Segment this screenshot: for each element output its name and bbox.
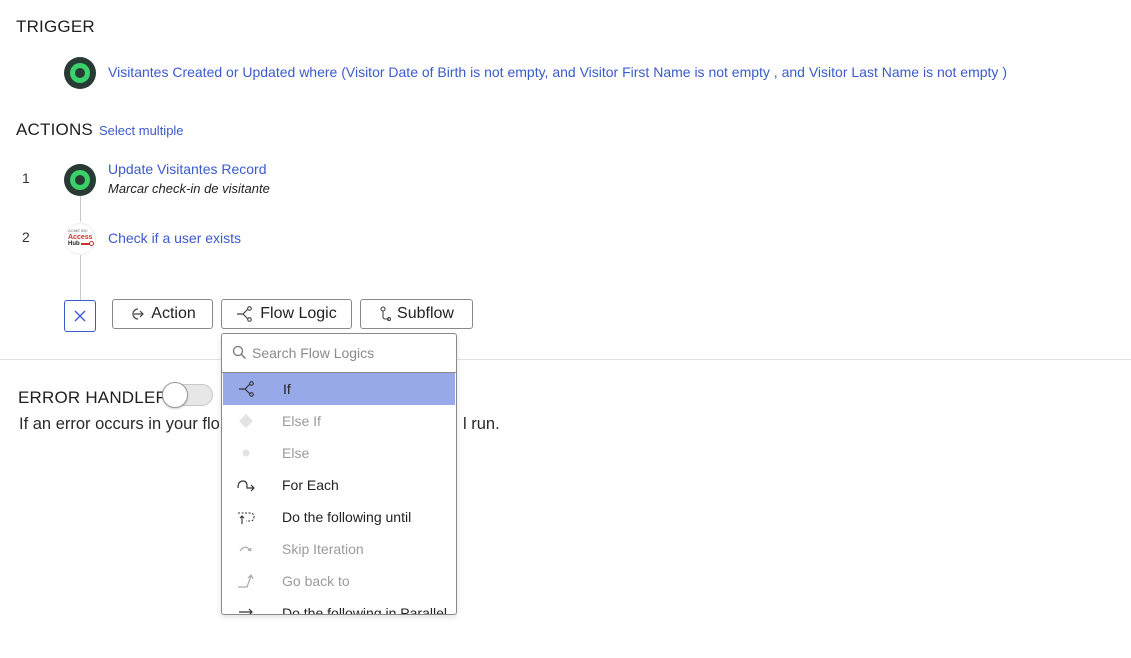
trigger-spoke-icon — [64, 57, 96, 89]
for-each-icon — [236, 477, 256, 493]
menu-item-for-each[interactable]: For Each — [222, 469, 456, 501]
menu-item-label: Else If — [282, 413, 321, 429]
subflow-button-label: Subflow — [397, 305, 454, 322]
trigger-heading: TRIGGER — [16, 17, 95, 36]
subflow-icon — [380, 306, 392, 322]
menu-item-do-until[interactable]: Do the following until — [222, 501, 456, 533]
step-number: 2 — [22, 229, 30, 245]
error-handler-heading: ERROR HANDLER — [18, 388, 168, 407]
spoke-icon — [64, 164, 96, 196]
section-divider — [0, 359, 1131, 360]
step-title-link[interactable]: Update Visitantes Record — [108, 161, 267, 177]
loop-until-icon — [236, 509, 256, 525]
step-number: 1 — [22, 170, 30, 186]
select-multiple-link[interactable]: Select multiple — [99, 123, 184, 138]
menu-item-label: Else — [282, 445, 310, 461]
error-handler-description-end: l run. — [463, 415, 500, 433]
menu-item-label: Do the following until — [282, 509, 412, 525]
menu-item-else-if: Else If — [222, 405, 456, 437]
menu-item-label: Skip Iteration — [282, 541, 364, 557]
if-icon — [237, 381, 257, 397]
menu-item-label: If — [283, 381, 291, 397]
action-button-label: Action — [151, 305, 196, 322]
flow-logic-search — [222, 334, 456, 373]
menu-item-go-back-to: Go back to — [222, 565, 456, 597]
menu-item-label: Do the following in Parallel — [282, 605, 447, 615]
diamond-icon — [236, 413, 256, 429]
step-title-link[interactable]: Check if a user exists — [108, 230, 241, 246]
menu-item-parallel[interactable]: Do the following in Parallel — [222, 597, 456, 615]
add-action-button[interactable]: Action — [112, 299, 213, 329]
menu-item-if[interactable]: If — [223, 373, 455, 405]
error-handler-toggle[interactable] — [162, 382, 213, 408]
menu-item-skip-iteration: Skip Iteration — [222, 533, 456, 565]
menu-item-else: Else — [222, 437, 456, 469]
flow-logic-search-input[interactable] — [250, 344, 444, 362]
step-annotation: Marcar check-in de visitante — [108, 181, 270, 196]
flow-logic-button-label: Flow Logic — [260, 305, 337, 322]
menu-item-label: Go back to — [282, 573, 350, 589]
search-icon — [232, 345, 246, 359]
flow-connector — [80, 254, 81, 300]
close-add-menu-button[interactable] — [64, 300, 96, 332]
toggle-knob — [162, 382, 188, 408]
actions-heading: ACTIONS — [16, 120, 93, 139]
skip-icon — [236, 541, 256, 557]
flow-logic-icon — [237, 306, 253, 322]
access-hub-logo: ACME INC Access Hub — [64, 223, 96, 255]
flow-connector — [80, 196, 81, 222]
action-icon — [132, 308, 145, 320]
trigger-summary-link[interactable]: Visitantes Created or Updated where (Vis… — [108, 64, 1007, 80]
flow-logic-dropdown: If Else If Else For Each Do the followin… — [221, 333, 457, 615]
go-back-icon — [236, 573, 256, 589]
parallel-icon — [236, 605, 256, 614]
menu-item-label: For Each — [282, 477, 339, 493]
add-flow-logic-button[interactable]: Flow Logic — [221, 299, 352, 329]
add-subflow-button[interactable]: Subflow — [360, 299, 473, 329]
error-handler-description: If an error occurs in your flo — [19, 415, 220, 433]
close-icon — [74, 310, 86, 322]
dot-icon — [236, 445, 256, 461]
